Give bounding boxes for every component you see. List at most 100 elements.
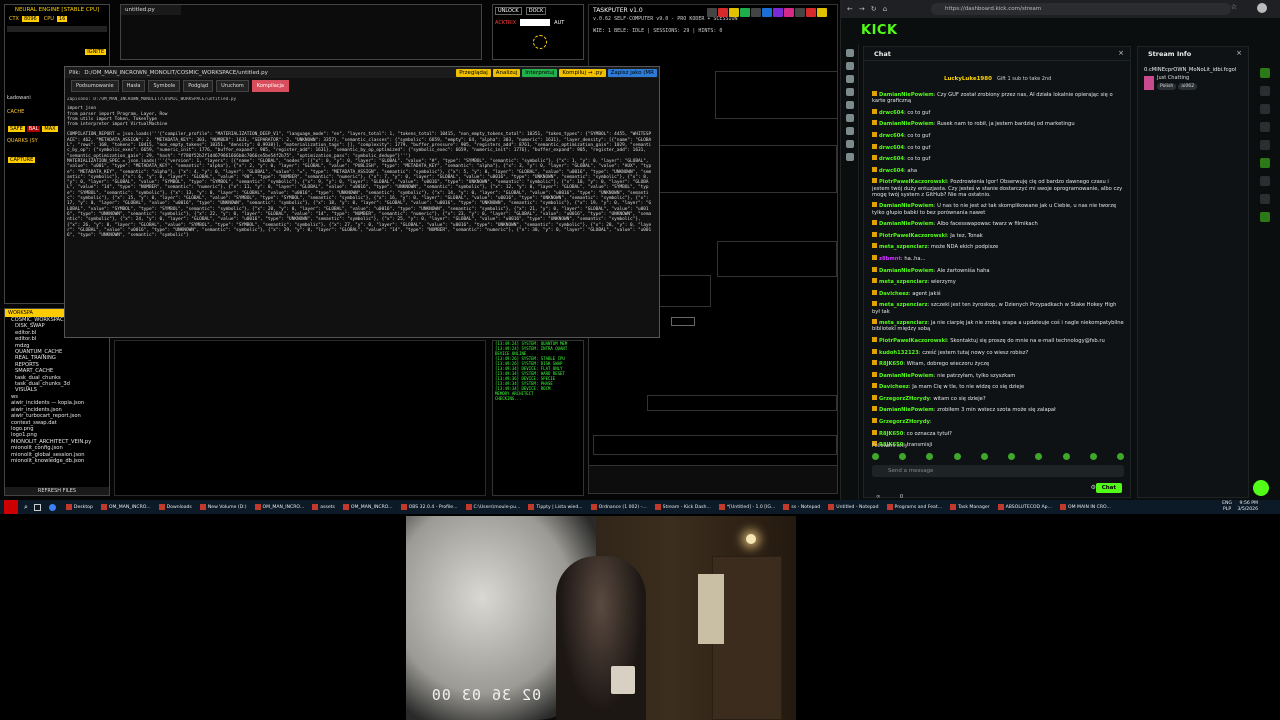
emote-icon[interactable] [1062,453,1070,460]
rail-tools-icon[interactable] [845,127,854,135]
forward-icon[interactable]: → [859,5,865,13]
rail-monetization-icon[interactable] [845,140,854,148]
rail-action-icon[interactable] [1260,86,1270,96]
chat-message[interactable]: DamianNiePowiem: U nas to nie jest aż ta… [872,202,1124,216]
editor-tab[interactable]: Podgląd [183,80,214,92]
actrix-select[interactable] [520,19,551,26]
chat-username[interactable]: kudoh132123 [879,350,919,356]
badge-icon[interactable] [817,8,827,17]
emote-icon[interactable] [1089,453,1097,460]
chat-message[interactable]: DamianNiePowiem: zrobiłem 3 min wstecz s… [872,406,1124,413]
emote-icon[interactable] [980,453,988,460]
chat-message[interactable]: meta_szpenciarz: może NDA ekich podpisze [872,243,1124,250]
kick-logo[interactable]: KICK [861,23,898,38]
taskbar-app-button[interactable]: Downloads [155,500,196,514]
rail-home-icon[interactable] [845,49,854,57]
chat-message[interactable]: DamianNiePowiem: Albo facesswapowac twar… [872,220,1124,227]
chat-message[interactable]: R8JK650: co oznacza tytuł? [872,429,1124,437]
taskbar-app-button[interactable]: assets [308,500,339,514]
rail-community-icon[interactable] [845,75,854,83]
system-clock[interactable]: 9:56 PM 3/5/2026 [1237,501,1258,513]
rail-analytics-icon[interactable] [845,88,854,96]
taskbar-app-button[interactable]: C:\Users\moule-pu... [462,500,525,514]
rail-action-icon[interactable] [1260,68,1270,78]
message-input[interactable]: Send a message [872,465,1124,477]
chat-username[interactable]: DamianNiePowiem [879,268,934,274]
taskbar-app-button[interactable]: Ordnance (1 002) -... [587,500,651,514]
chat-message[interactable]: PiotrPawelKaczorowski: Ja tez, Tonak [872,231,1124,239]
taskbar-app-button[interactable]: Task Manager [946,500,994,514]
chat-username[interactable]: meta_szpenciarz [879,279,927,285]
chat-username[interactable]: R8JK650 [879,431,903,437]
chat-username[interactable]: GrzegorzZHorydy [879,419,930,425]
chat-username[interactable]: DamianNiePowiem [879,221,934,227]
reload-icon[interactable]: ↻ [871,5,877,13]
capture-button[interactable]: CAPTURE [8,157,36,163]
chat-message[interactable]: PiotrPawelKaczorowski: Skontaktuj się pr… [872,336,1124,344]
cache-safe-button[interactable]: SAFE [8,126,25,132]
badge-icon[interactable] [740,8,750,17]
chat-username[interactable]: Davicheez [879,291,909,297]
chat-message[interactable]: DamianNiePowiem: Rusek nam to robił, ja … [872,120,1124,127]
chat-username[interactable]: DamianNiePowiem [879,407,934,413]
badge-icon[interactable] [718,8,728,17]
taskbar-app-button[interactable]: OM_MAN_INCRO... [97,500,155,514]
chat-username[interactable]: DamianNiePowiem [879,203,934,209]
unlock-button[interactable]: UNLOCK [495,7,522,15]
chat-username[interactable]: meta_szpenciarz [879,244,927,250]
chat-message[interactable]: Davicheez: Ja mam Cię w tle, to nie widz… [872,383,1124,390]
emote-icon[interactable] [899,453,907,460]
chat-message[interactable]: DamianNiePowiem: Ale żartowniśa haha [872,266,1124,274]
badge-icon[interactable] [751,8,761,17]
back-icon[interactable]: ← [847,5,853,13]
rail-action-icon[interactable] [1260,122,1270,132]
chat-message[interactable]: meta_szpenciarz: szczeki jest ten żyrosk… [872,301,1124,315]
chat-username[interactable]: PiotrPawelKaczorowski [879,338,947,344]
chat-username[interactable]: drwc604 [879,156,904,162]
chat-username[interactable]: drwc604 [879,110,904,116]
chat-username[interactable]: drwc604 [879,133,904,139]
chat-message[interactable]: Davicheez: agent jakiś [872,289,1124,297]
taskbar-app-button[interactable]: ABSOLUTECOD Ap... [994,500,1056,514]
cache-max-button[interactable]: MAX [42,126,58,132]
chat-message[interactable]: drwc604: co to guf [872,155,1124,162]
chat-message[interactable]: PiotrPawelKaczorowski: Pozdrowienia Igor… [872,178,1124,198]
taskbar-app-button[interactable]: Tippty | Lista wied... [524,500,586,514]
chat-username[interactable]: Davicheez [879,384,909,390]
rail-action-icon[interactable] [1260,176,1270,186]
editor-action-button[interactable]: Przeglądaj [456,68,491,77]
file-tree-item[interactable]: mionolit_knowledge_db.json [5,458,109,464]
chat-message[interactable]: GrzegorzZHorydy: witam co się dzieje? [872,394,1124,402]
chat-username[interactable]: PiotrPawelKaczorowski [879,179,947,185]
editor-action-button[interactable]: Kompiluj → .py [559,68,606,77]
emote-icon[interactable] [953,453,961,460]
chat-message[interactable]: GrzegorzZHorydy: [872,418,1124,425]
chat-username[interactable]: drwc604 [879,145,904,151]
taskbar-app-button[interactable]: ss - Notepad [779,500,824,514]
language-indicator[interactable]: ENG PLP [1222,501,1232,513]
task-view-icon[interactable] [33,503,41,511]
chat-username[interactable]: GrzegorzZHorydy [879,396,930,402]
cpu-value[interactable]: 16 [56,16,68,22]
editor-action-button[interactable]: Zapisz jako (MR [607,68,657,77]
chat-message[interactable]: drwc604: co to guf [872,143,1124,151]
emote-icon[interactable] [926,453,934,460]
rail-action-icon[interactable] [1260,212,1270,222]
home-icon[interactable]: ⌂ [883,5,887,13]
chat-username[interactable]: DamianNiePowiem [879,92,934,98]
chat-message[interactable]: meta_szpenciarz: ja nie ciarpię jak nie … [872,319,1124,332]
search-icon[interactable]: ⌕ [24,503,28,512]
taskbar-app-button[interactable]: Stream - Kick Dash... [651,500,715,514]
rail-moderation-icon[interactable] [845,114,854,122]
chat-username[interactable]: DamianNiePowiem [879,121,934,127]
bookmark-star-icon[interactable]: ☆ [1231,3,1237,11]
badge-icon[interactable] [773,8,783,17]
editor-tab[interactable]: Kompilacja [251,80,289,92]
taskbar-app-button[interactable]: OM_MAN_INCRO... [339,500,397,514]
taskbar-app-button[interactable]: New Volume (D:) [196,500,251,514]
rail-settings-icon[interactable] [845,101,854,109]
rail-action-icon[interactable] [1260,158,1270,168]
refresh-files-button[interactable]: REFRESH FILES [5,487,109,495]
chat-username[interactable]: R8JK650 [879,361,903,367]
chat-username[interactable]: meta_szpenciarz [879,320,927,326]
